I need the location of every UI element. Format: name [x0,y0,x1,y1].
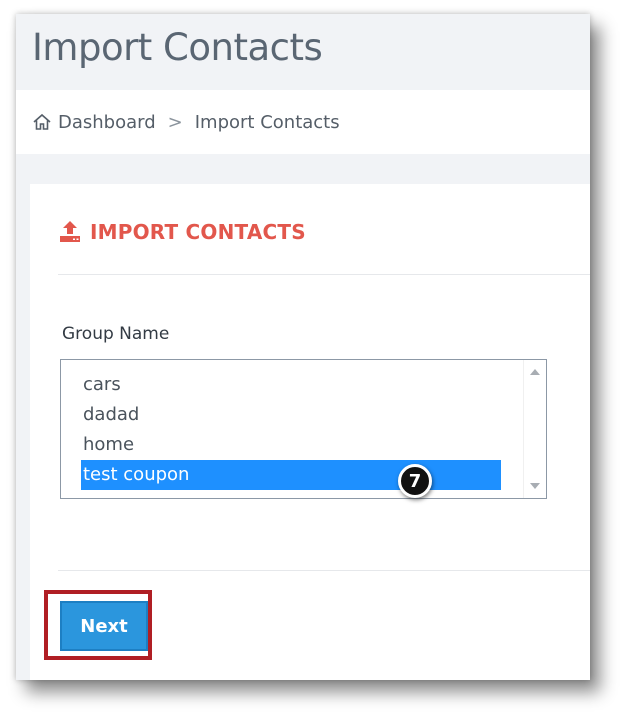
group-option-dadad[interactable]: dadad [81,400,501,430]
upload-icon [58,220,82,244]
card-header: IMPORT CONTACTS [58,220,306,244]
group-option-cars[interactable]: cars [81,370,501,400]
breadcrumb-current: Import Contacts [194,111,340,133]
breadcrumb-separator: > [167,111,183,133]
import-card: IMPORT CONTACTS Group Name cars dadad ho… [30,184,590,680]
group-name-label: Group Name [62,324,170,344]
next-button[interactable]: Next [60,601,148,651]
divider [58,274,590,275]
listbox-scrollbar[interactable] [523,360,546,498]
title-bar: Import Contacts [16,14,590,90]
divider [58,570,590,571]
breadcrumb: Dashboard > Import Contacts [16,90,590,154]
card-title: IMPORT CONTACTS [90,220,306,244]
group-option-home[interactable]: home [81,430,501,460]
page-title: Import Contacts [32,26,323,69]
home-icon[interactable] [32,112,52,132]
scroll-up-arrow-icon[interactable] [530,369,540,375]
group-name-listbox[interactable]: cars dadad home test coupon [60,359,547,499]
step-number-badge: 7 [398,464,432,498]
breadcrumb-dashboard-link[interactable]: Dashboard [58,112,156,133]
group-option-test-coupon[interactable]: test coupon [81,460,501,490]
screenshot-frame: Import Contacts Dashboard > Import Conta… [16,14,590,680]
scroll-down-arrow-icon[interactable] [530,483,540,489]
